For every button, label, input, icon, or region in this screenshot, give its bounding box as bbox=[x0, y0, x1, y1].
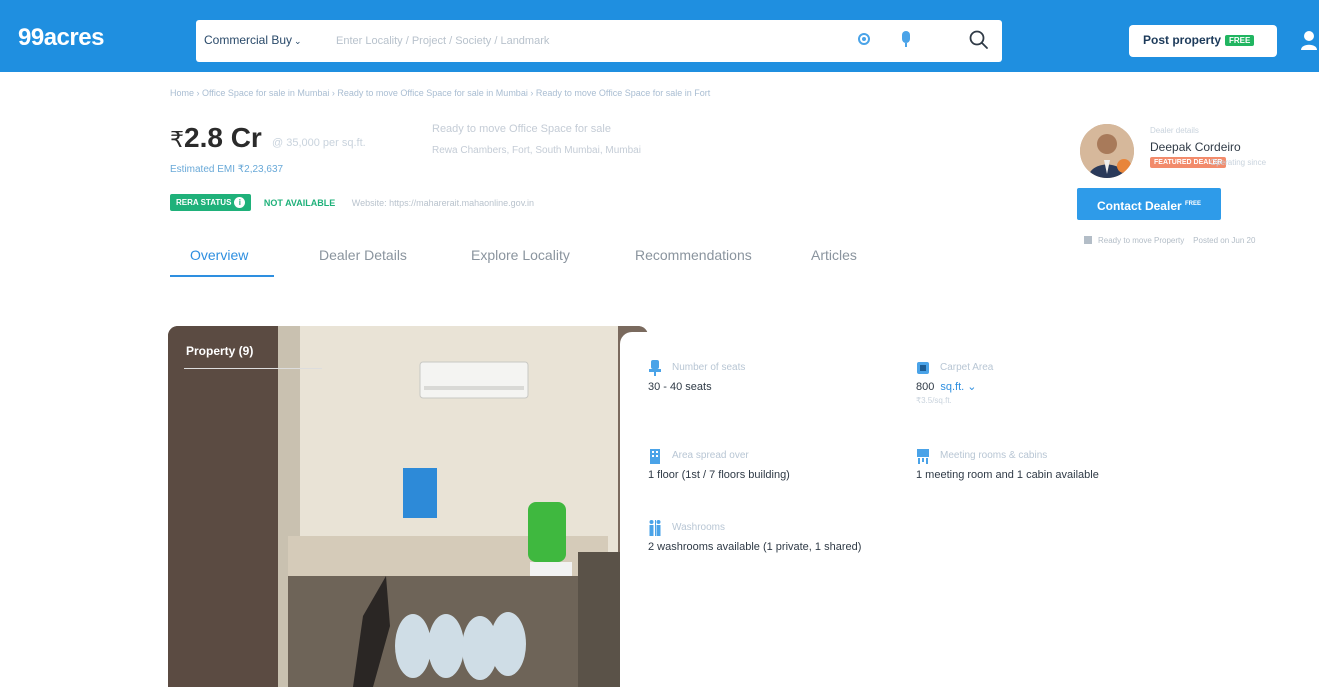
detail-sub: ₹3.5/sq.ft. bbox=[916, 396, 952, 405]
meeting-room-icon bbox=[917, 449, 929, 464]
post-property-label: Post property bbox=[1143, 33, 1222, 47]
chevron-down-icon: ⌄ bbox=[967, 381, 977, 393]
property-details-panel: Number of seats 30 - 40 seats Carpet Are… bbox=[620, 332, 1319, 687]
property-location: Rewa Chambers, Fort, South Mumbai, Mumba… bbox=[432, 145, 641, 156]
tab-explore-locality[interactable]: Explore Locality bbox=[471, 247, 570, 263]
microphone-icon[interactable] bbox=[902, 31, 910, 47]
featured-dealer-sub: Operating since bbox=[1210, 158, 1267, 167]
rera-website[interactable]: Website: https://maharerait.mahaonline.g… bbox=[352, 198, 534, 208]
dealer-portrait-icon bbox=[1080, 124, 1134, 178]
dealer-meta-label: Dealer details bbox=[1150, 126, 1199, 135]
gallery-label-underline bbox=[184, 368, 322, 369]
property-gallery[interactable]: Property (9) bbox=[168, 326, 648, 687]
search-input[interactable] bbox=[336, 29, 836, 53]
detail-label: Washrooms bbox=[672, 522, 725, 533]
gallery-label: Property (9) bbox=[186, 344, 254, 358]
detail-label: Carpet Area bbox=[940, 362, 994, 373]
detail-label: Number of seats bbox=[672, 362, 746, 373]
top-navbar: 99acres Commercial Buy⌄ Post propertyFRE… bbox=[0, 0, 1319, 72]
post-property-button[interactable]: Post property FREE bbox=[1129, 25, 1277, 57]
detail-label: Meeting rooms & cabins bbox=[940, 450, 1048, 461]
dealer-name[interactable]: Deepak Cordeiro bbox=[1150, 140, 1241, 154]
detail-value: 2 washrooms available (1 private, 1 shar… bbox=[648, 541, 862, 553]
search-bar: Commercial Buy ⌄ bbox=[196, 20, 1002, 62]
breadcrumb[interactable]: Home › Office Space for sale in Mumbai ›… bbox=[170, 88, 710, 98]
unit-label: sq.ft. bbox=[940, 381, 965, 393]
seat-icon bbox=[649, 360, 661, 376]
detail-label: Area spread over bbox=[672, 450, 749, 461]
rera-status-badge[interactable]: RERA STATUS i bbox=[170, 194, 252, 211]
dealer-card: Dealer details Deepak Cordeiro FEATURED … bbox=[1064, 112, 1319, 282]
user-icon[interactable] bbox=[1300, 30, 1318, 50]
chevron-down-icon: ⌄ bbox=[294, 36, 302, 46]
active-tab-indicator bbox=[170, 275, 274, 277]
floor-icon bbox=[650, 449, 660, 464]
property-status: Ready to move Property bbox=[1098, 236, 1185, 245]
search-icon[interactable] bbox=[968, 29, 990, 51]
property-title: Ready to move Office Space for sale bbox=[432, 123, 611, 135]
posted-date: Posted on Jun 20 bbox=[1193, 236, 1256, 245]
tab-overview[interactable]: Overview bbox=[190, 247, 248, 263]
detail-value: 30 - 40 seats bbox=[648, 381, 712, 393]
tab-recommendations[interactable]: Recommendations bbox=[635, 247, 752, 263]
estimated-emi-link[interactable]: Estimated EMI ₹2,23,637 bbox=[170, 164, 283, 175]
contact-dealer-label: Contact Dealer bbox=[1096, 199, 1182, 213]
rupee-symbol: ₹ bbox=[170, 127, 184, 152]
price-value: 2.8 Cr bbox=[184, 122, 262, 153]
search-category-dropdown[interactable]: Commercial Buy ⌄ bbox=[204, 33, 302, 47]
office-photo bbox=[168, 326, 648, 687]
search-category-label: Commercial Buy bbox=[204, 33, 293, 47]
location-icon[interactable] bbox=[858, 33, 870, 45]
rera-row: RERA STATUS i NOT AVAILABLE Website: http… bbox=[170, 194, 534, 211]
washroom-icon bbox=[649, 520, 661, 536]
logo[interactable]: 99acres bbox=[18, 24, 104, 52]
contact-free-badge: FREE bbox=[1185, 201, 1202, 207]
price-per-sqft: @ 35,000 per sq.ft. bbox=[272, 137, 366, 149]
tab-dealer-details[interactable]: Dealer Details bbox=[319, 247, 407, 263]
tab-articles[interactable]: Articles bbox=[811, 247, 857, 263]
price: ₹2.8 Cr bbox=[170, 122, 262, 154]
unit-dropdown[interactable]: sq.ft. ⌄ bbox=[940, 381, 976, 393]
detail-value: 1 floor (1st / 7 floors building) bbox=[648, 469, 790, 481]
rera-badge-label: RERA STATUS bbox=[176, 198, 232, 207]
rera-status-value: NOT AVAILABLE bbox=[263, 197, 336, 208]
avatar bbox=[1080, 124, 1134, 178]
area-icon bbox=[917, 362, 929, 374]
detail-value: 1 meeting room and 1 cabin available bbox=[916, 469, 1099, 481]
free-badge: FREE bbox=[1225, 35, 1255, 46]
detail-value: 800 sq.ft. ⌄ bbox=[916, 379, 976, 395]
info-icon[interactable]: i bbox=[234, 197, 246, 208]
home-icon bbox=[1084, 236, 1092, 244]
carpet-area-value: 800 bbox=[916, 381, 935, 393]
dealer-footer: Ready to move Property Posted on Jun 20 bbox=[1084, 236, 1255, 245]
contact-dealer-button[interactable]: Contact Dealer FREE bbox=[1077, 188, 1221, 220]
